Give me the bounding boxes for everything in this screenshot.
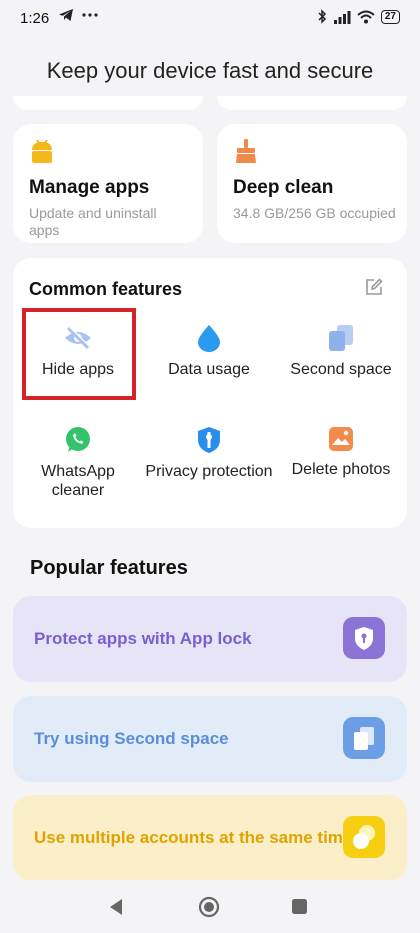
deep-clean-card[interactable]: Deep clean 34.8 GB/256 GB occupied [217, 124, 407, 243]
feature-whatsapp-cleaner[interactable]: WhatsApp cleaner [13, 426, 143, 500]
card-stub-left [13, 96, 203, 110]
deep-clean-title: Deep clean [233, 177, 334, 198]
telegram-icon [59, 9, 73, 21]
feature-privacy-protection[interactable]: Privacy protection [144, 426, 274, 481]
edit-icon[interactable] [365, 278, 383, 296]
water-drop-icon [198, 325, 220, 352]
signal-icon [333, 10, 351, 24]
promo-second-space[interactable]: Try using Second space [13, 696, 407, 782]
manage-apps-card[interactable]: Manage apps Update and uninstall apps [13, 124, 203, 243]
common-features-title: Common features [29, 279, 183, 299]
more-dots-icon [82, 13, 98, 17]
feature-data-usage[interactable]: Data usage [144, 324, 274, 379]
feature-delete-photos[interactable]: Delete photos [276, 426, 406, 479]
wifi-icon [357, 10, 375, 23]
battery-indicator: 27 [380, 9, 400, 24]
home-icon[interactable] [198, 896, 220, 918]
feature-label: Delete photos [291, 461, 391, 478]
back-icon[interactable] [108, 898, 124, 916]
android-icon [32, 139, 52, 163]
second-space-icon [343, 717, 385, 759]
recents-icon[interactable] [291, 898, 308, 915]
shield-icon [198, 427, 220, 453]
feature-second-space[interactable]: Second space [276, 324, 406, 379]
popular-features-title: Popular features [30, 557, 188, 579]
bluetooth-icon [318, 9, 326, 24]
feature-label: WhatsApp cleaner [41, 463, 115, 499]
photo-icon [329, 427, 353, 451]
manage-apps-subtitle: Update and uninstall apps [29, 205, 157, 238]
card-stub-right [217, 96, 407, 110]
second-space-icon [329, 325, 353, 351]
broom-icon [236, 139, 256, 163]
promo-app-lock[interactable]: Protect apps with App lock [13, 596, 407, 682]
navigation-bar [0, 880, 420, 933]
feature-label: Second space [290, 361, 392, 378]
promo-label: Use multiple accounts at the same time [34, 828, 353, 847]
deep-clean-subtitle: 34.8 GB/256 GB occupied [233, 205, 396, 221]
page-title: Keep your device fast and secure [46, 58, 374, 83]
promo-label: Try using Second space [34, 729, 229, 748]
promo-dual-apps[interactable]: Use multiple accounts at the same time [13, 795, 407, 881]
status-bar: 1:26 27 [0, 0, 420, 36]
promo-label: Protect apps with App lock [34, 629, 252, 648]
hide-apps-highlight [22, 308, 136, 400]
dual-apps-icon [343, 816, 385, 858]
lock-shield-icon [343, 617, 385, 659]
feature-label: Privacy protection [145, 463, 273, 480]
status-time: 1:26 [20, 10, 50, 27]
feature-label: Data usage [168, 361, 250, 378]
manage-apps-title: Manage apps [29, 177, 150, 198]
whatsapp-icon [66, 427, 90, 452]
